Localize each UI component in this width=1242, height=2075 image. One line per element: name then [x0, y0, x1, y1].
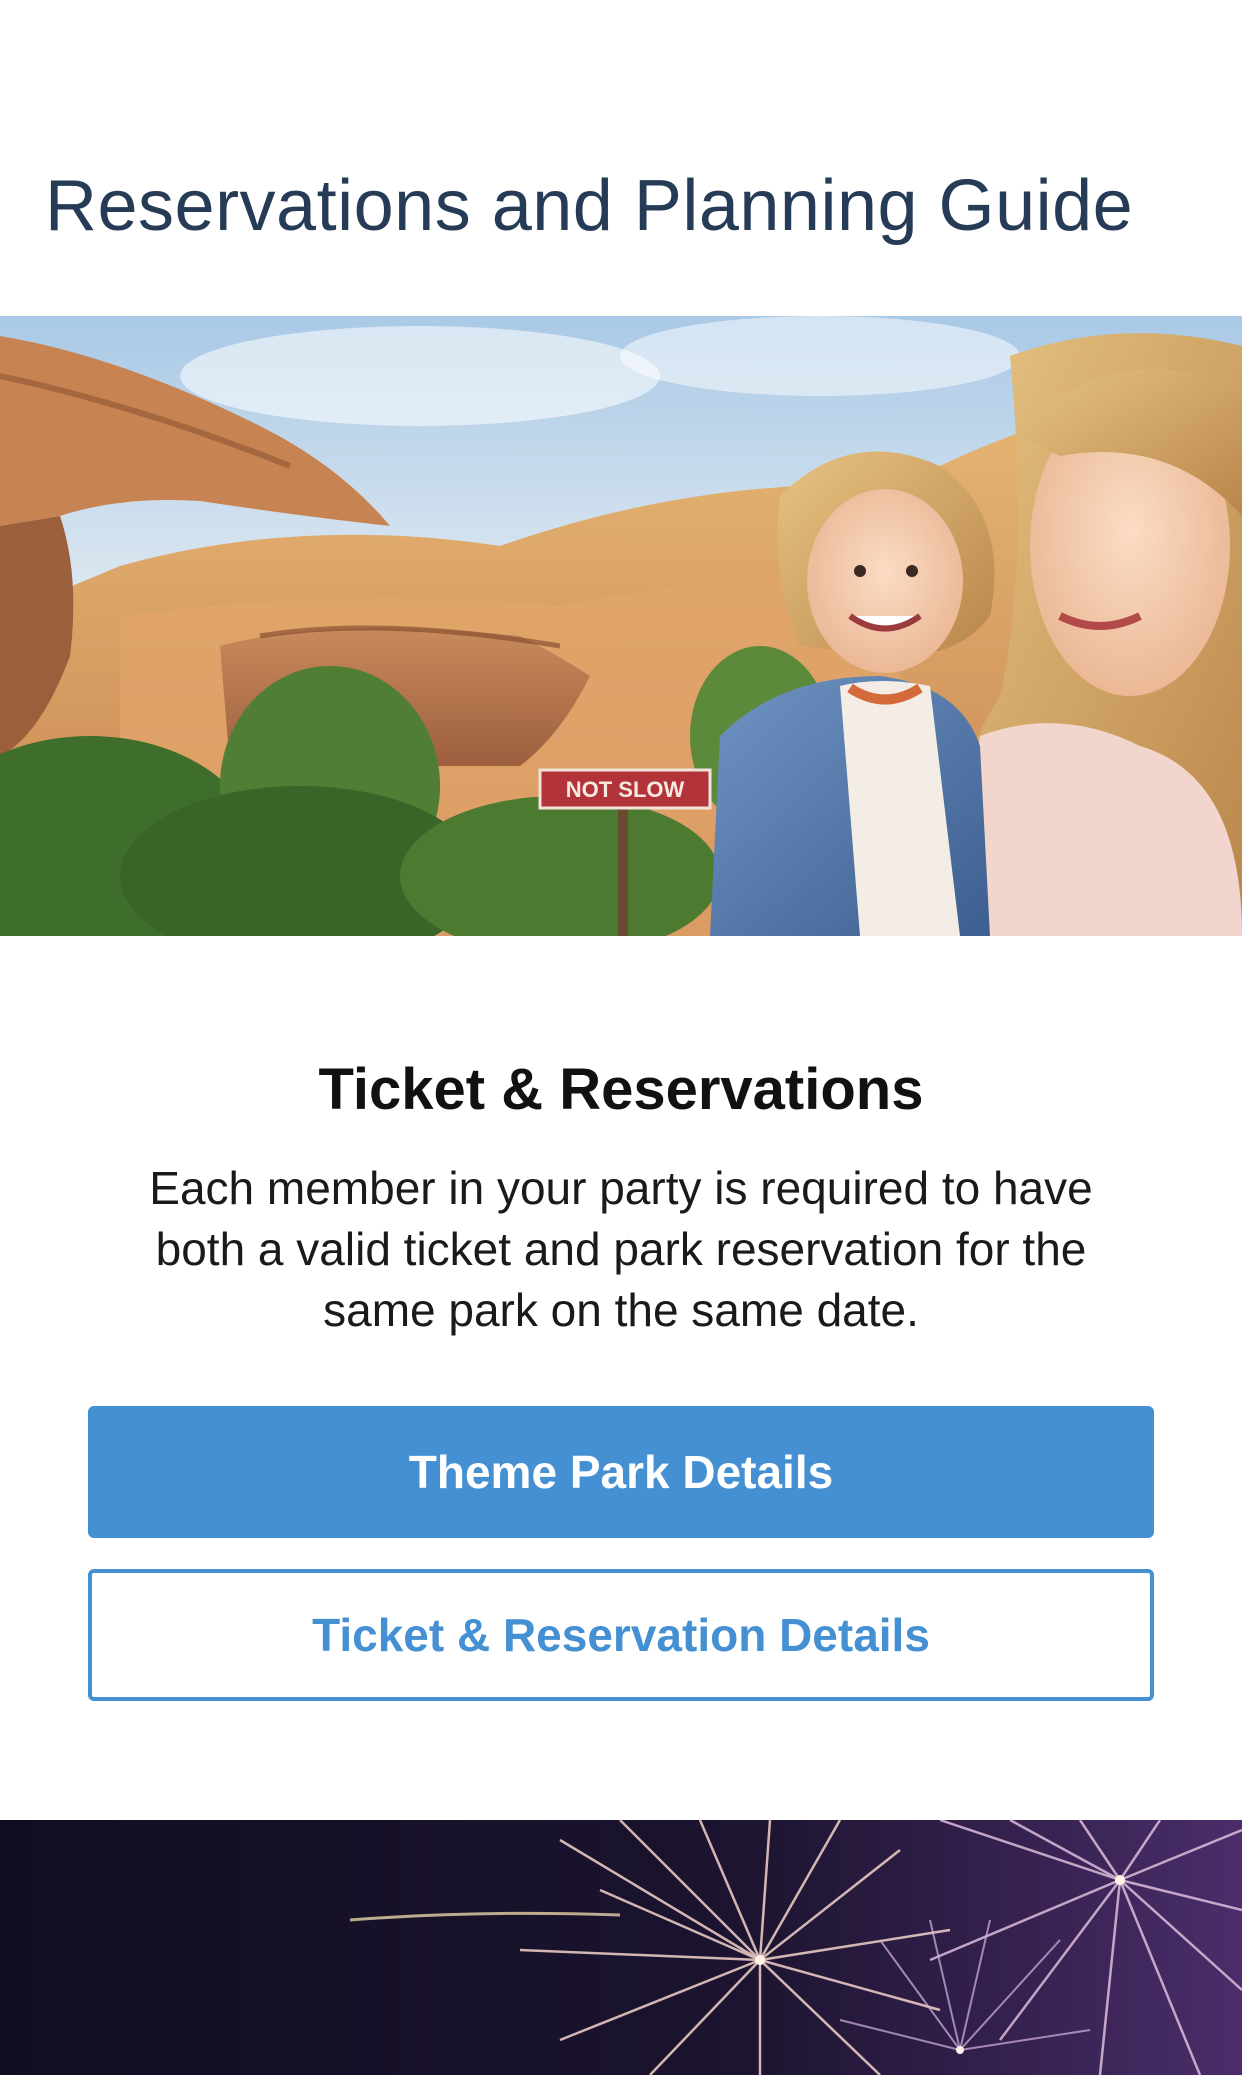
- page: Reservations and Planning Guide NOT SLOW…: [0, 0, 1242, 2075]
- page-title: Reservations and Planning Guide: [45, 166, 1134, 246]
- section-heading: Ticket & Reservations: [318, 1057, 924, 1122]
- fireworks-banner: [0, 1820, 1242, 2075]
- theme-park-details-button[interactable]: Theme Park Details: [88, 1406, 1154, 1538]
- family-photo-image: NOT SLOW: [0, 316, 1242, 936]
- tickets-section: Ticket & Reservations Each member in you…: [0, 936, 1242, 1820]
- ticket-reservation-details-button[interactable]: Ticket & Reservation Details: [88, 1569, 1154, 1701]
- section-description: Each member in your party is required to…: [149, 1162, 1093, 1336]
- sign-text: NOT SLOW: [566, 777, 685, 802]
- hero-image: NOT SLOW: [0, 316, 1242, 936]
- fireworks-image: [0, 1820, 1242, 2075]
